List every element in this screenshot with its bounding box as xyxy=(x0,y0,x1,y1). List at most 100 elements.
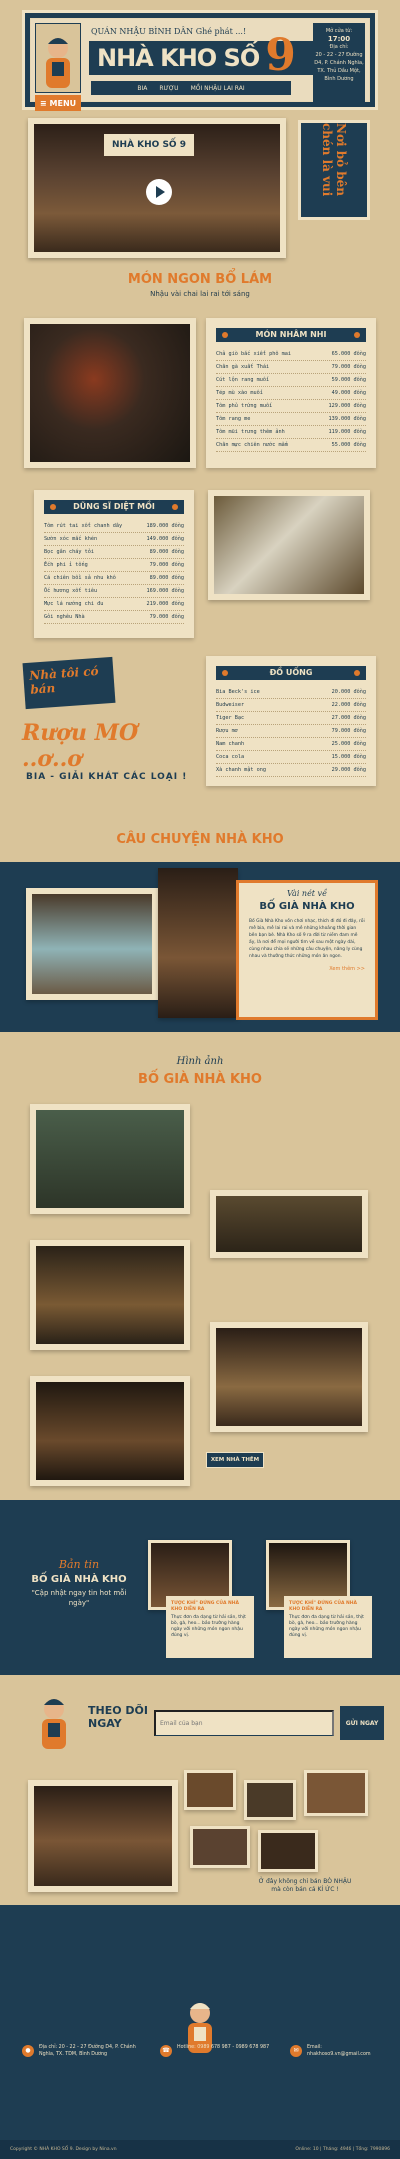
gallery-image xyxy=(36,1110,184,1208)
submit-button[interactable]: GỬI NGAY xyxy=(340,1706,384,1740)
menu-item-price: 27.000 đồng xyxy=(331,715,366,721)
menu-row: Ốc hương xốt tiêu 169.000 đồng xyxy=(44,585,184,598)
nav-item-moi-nhau[interactable]: MỒI NHẬU LAI RAI xyxy=(191,85,245,92)
storefront-sign: NHÀ KHO SỐ 9 xyxy=(104,134,194,156)
news-card-body: Thực đơn đa dạng từ hải sản, thịt bò, gà… xyxy=(171,1615,246,1638)
collage-image xyxy=(307,1773,365,1813)
nav-item-bia[interactable]: BIA xyxy=(137,85,147,92)
menu-item-name: Tôm mũi trưng thêm ảnh xyxy=(216,429,285,435)
news-card-body: Thực đơn đa dạng từ hải sản, thịt bò, gà… xyxy=(289,1615,364,1638)
menu-item-price: 79.000 đồng xyxy=(331,728,366,734)
nav-item-ruou[interactable]: RƯỢU xyxy=(159,85,178,92)
collage-image xyxy=(193,1829,247,1865)
menu-item-name: Rượu mơ xyxy=(216,728,238,734)
address-label: Địa chỉ: xyxy=(329,44,349,50)
menu-item-name: Budweiser xyxy=(216,702,245,708)
menu-item-name: Cá chiên bồi sả nhu khô xyxy=(44,575,116,581)
gallery-image xyxy=(36,1246,184,1344)
address-value: 20 - 22 - 27 Đường D4, P. Chánh Nghĩa, T… xyxy=(314,52,364,82)
menu-item-price: 25.000 đồng xyxy=(331,741,366,747)
gallery-photo-1[interactable] xyxy=(30,1104,190,1214)
menu-row: Tôm phủ trứng muối 129.000 đồng xyxy=(216,400,366,413)
site-footer xyxy=(0,1905,400,2159)
gallery-image xyxy=(36,1382,184,1480)
follow-title: THEO DÕI NGAY xyxy=(88,1704,148,1730)
menu-button[interactable]: ≡ MENU xyxy=(35,95,81,111)
menu-row: Mực lá nướng chi đu 219.000 đồng xyxy=(44,598,184,611)
gallery-photo-5[interactable] xyxy=(30,1376,190,1486)
site-header: ≡ MENU QUÁN NHẬU BÌNH DÂN Ghé phát ...! N… xyxy=(22,10,378,111)
menu-item-price: 79.000 đồng xyxy=(149,614,184,620)
menu-item-name: Chân gà xuất Thái xyxy=(216,364,270,370)
menu-item-name: Bia Beck's ice xyxy=(216,689,260,695)
menu-item-name: Tép mù xào muối xyxy=(216,390,263,396)
brand-number: 9 xyxy=(265,29,296,81)
footer-hotline-text: Hotline: 0989 678 987 - 0989 678 987 xyxy=(177,2045,270,2050)
copyright-bar: Copyright © NHÀ KHO SỐ 9. Design by Nina… xyxy=(0,2140,400,2159)
gallery-title: BỐ GIÀ NHÀ KHO xyxy=(138,1072,262,1087)
gallery-photo-3[interactable] xyxy=(30,1240,190,1350)
story-more-link[interactable]: Xem thêm >> xyxy=(249,966,365,972)
hero-video[interactable]: NHÀ KHO SỐ 9 xyxy=(28,118,286,258)
footer-email[interactable]: ✉ Email: nhakhoso9.vn@gmail.com xyxy=(290,2045,385,2058)
collage-image xyxy=(187,1773,233,1807)
news-quote: "Cập nhật ngay tin hot mỗi ngày" xyxy=(31,1589,127,1607)
collage-photo xyxy=(258,1830,318,1872)
menu-item-name: Tôm rang me xyxy=(216,416,251,422)
mascot-logo[interactable] xyxy=(35,23,81,93)
menu-row: Tôm mũi trưng thêm ảnh 119.000 đồng xyxy=(216,426,366,439)
menu-row: Ếch phi ỉ tống 79.000 đồng xyxy=(44,559,184,572)
menu-item-name: Ốc hương xốt tiêu xyxy=(44,588,98,594)
collage-photo xyxy=(244,1780,296,1820)
menu-item-name: Tiger Bạc xyxy=(216,715,245,721)
menu-row: Tép mù xào muối 49.000 đồng xyxy=(216,387,366,400)
story-body: Bố Già Nhà Kho vốn chơi nhạc, thích đi đ… xyxy=(249,919,365,959)
footer-email-text: Email: nhakhoso9.vn@gmail.com xyxy=(307,2045,371,2057)
hamburger-icon: ≡ xyxy=(39,98,47,108)
menu-row: Bia Beck's ice 20.000 đồng xyxy=(216,686,366,699)
copyright-text: Copyright © NHÀ KHO SỐ 9. Design by Nina… xyxy=(10,2147,117,2152)
menu-row: Chân gà xuất Thái 79.000 đồng xyxy=(216,361,366,374)
email-input[interactable] xyxy=(154,1710,334,1736)
gallery-photo-4[interactable] xyxy=(210,1322,368,1432)
play-icon[interactable] xyxy=(146,179,172,205)
collage-photo xyxy=(304,1770,368,1816)
promo-beer-text: BIA - GIẢI KHÁT CÁC LOẠI ! xyxy=(26,772,188,782)
brand-logo[interactable]: NHÀ KHO SỐ 9 xyxy=(89,30,319,81)
menu-item-name: Sườn xóc mắc khén xyxy=(44,536,98,542)
hours-value: 17:00 xyxy=(327,35,351,43)
footer-hotline[interactable]: ☎ Hotline: 0989 678 987 - 0989 678 987 xyxy=(160,2045,270,2057)
menu-heading: DŨNG SĨ DIỆT MỒI xyxy=(44,500,184,514)
menu-item-name: Chân mực chiên nước mắm xyxy=(216,442,288,448)
menu-item-price: 15.000 đồng xyxy=(331,754,366,760)
menu-do-uong: ĐỒ UỐNG Bia Beck's ice 20.000 đồng Budweis… xyxy=(206,656,376,786)
menu-row: Xà chanh mật ong 29.000 đồng xyxy=(216,764,366,777)
menu-item-price: 29.000 đồng xyxy=(331,767,366,773)
view-more-button[interactable]: XEM NHÀ THÊM xyxy=(206,1452,264,1468)
menu-item-price: 65.000 đồng xyxy=(331,351,366,357)
closing-line-2: mà còn bán cả KÍ ỨC ! xyxy=(271,1886,339,1893)
bar-image xyxy=(158,868,238,1018)
menu-row: Tiger Bạc 27.000 đồng xyxy=(216,712,366,725)
menu-item-price: 129.000 đồng xyxy=(328,403,366,409)
news-card-2[interactable]: TƯỢC KHỈ" ĐỨNG CỦA NHÀ KHO DIỄN RA Thực … xyxy=(284,1596,372,1658)
menu-row: Bọc gân cháy tỏi 89.000 đồng xyxy=(44,546,184,559)
menu-item-price: 169.000 đồng xyxy=(146,588,184,594)
menu-heading: MÓN NHÂM NHI xyxy=(216,328,366,342)
collage-photo-main xyxy=(28,1780,178,1892)
closing-line-1: Ở đây không chỉ bán BÒ NHẬU xyxy=(258,1878,352,1885)
menu-item-price: 139.000 đồng xyxy=(328,416,366,422)
gallery-photo-2[interactable] xyxy=(210,1190,368,1258)
footer-address-text: Địa chỉ: 20 - 22 - 27 Đường D4, P. Chánh… xyxy=(39,2045,136,2057)
food-image xyxy=(214,496,364,594)
menu-item-price: 119.000 đồng xyxy=(328,429,366,435)
collage-image xyxy=(34,1786,172,1886)
menu-row: Rượu mơ 79.000 đồng xyxy=(216,725,366,738)
email-icon: ✉ xyxy=(290,2045,302,2057)
promo-ruou-mo: Rượu MƠ ..ơ..ơ xyxy=(22,720,139,772)
promo-block: Nhà tôi có bán Rượu MƠ ..ơ..ơ BIA - GIẢI… xyxy=(22,656,192,810)
news-card-1[interactable]: TƯỢC KHỈ" ĐỨNG CỦA NHÀ KHO DIỄN RA Thực … xyxy=(166,1596,254,1658)
footer-address: ● Địa chỉ: 20 - 22 - 27 Đường D4, P. Chá… xyxy=(22,2045,142,2058)
menu-list: Bia Beck's ice 20.000 đồng Budweiser 22.000… xyxy=(216,686,366,777)
menu-row: Tôm rút tai xốt chanh dây 189.000 đồng xyxy=(44,520,184,533)
